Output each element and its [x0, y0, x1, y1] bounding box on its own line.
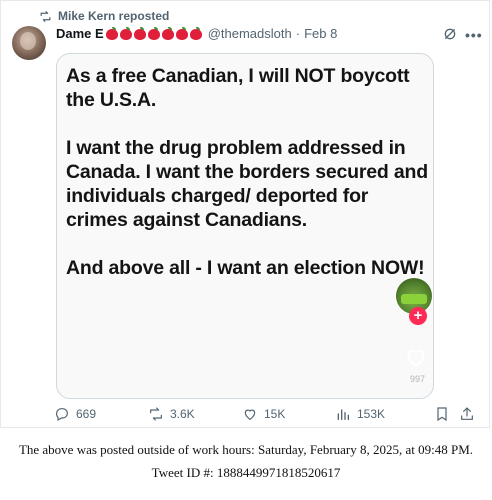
apple-emoji-icon	[119, 27, 132, 40]
author-handle[interactable]: @themadsloth	[208, 26, 292, 41]
apple-emoji-icon	[189, 27, 202, 40]
repost-indicator: Mike Kern reposted	[39, 9, 169, 23]
overlay-heart-icon	[407, 349, 425, 367]
tweet-header: Dame E @themadsloth · Feb 8	[56, 26, 337, 41]
apple-emoji-icon	[161, 27, 174, 40]
name-emoji-apples	[105, 27, 202, 40]
repost-count: 3.6K	[170, 407, 195, 421]
like-button[interactable]: 15K	[242, 406, 285, 422]
bookmark-icon	[437, 407, 447, 422]
repost-icon	[150, 407, 162, 421]
apple-emoji-icon	[105, 27, 118, 40]
repost-button[interactable]: 3.6K	[148, 406, 195, 422]
action-bar: 669 3.6K 15K 153K	[54, 406, 484, 426]
post-media-image[interactable]: As a free Canadian, I will NOT boycott t…	[56, 53, 434, 399]
posted-hours-note: The above was posted outside of work hou…	[18, 442, 474, 457]
heart-icon	[244, 409, 256, 421]
like-count: 15K	[264, 407, 286, 421]
view-count: 153K	[357, 407, 386, 421]
apple-emoji-icon	[147, 27, 160, 40]
repost-label[interactable]: Mike Kern reposted	[58, 9, 169, 23]
views-icon	[337, 409, 349, 420]
archive-footer: The above was posted outside of work hou…	[0, 438, 492, 484]
views-button[interactable]: 153K	[335, 406, 385, 422]
tweet-id-line: Tweet ID #: 1888449971818520617	[151, 465, 341, 480]
apple-emoji-icon	[133, 27, 146, 40]
more-options-icon[interactable]: •••	[465, 27, 483, 43]
grok-icon[interactable]	[442, 26, 458, 42]
repost-icon	[40, 10, 51, 22]
avatar[interactable]	[12, 26, 46, 60]
tweet-card[interactable]: Mike Kern reposted Dame E @themadsloth ·…	[0, 0, 490, 428]
plus-badge-icon: +	[409, 307, 427, 325]
bookmark-button[interactable]	[434, 406, 450, 422]
reply-icon	[56, 408, 68, 422]
post-image-text: As a free Canadian, I will NOT boycott t…	[66, 65, 428, 279]
post-date[interactable]: Feb 8	[304, 26, 337, 41]
reply-button[interactable]: 669	[54, 406, 96, 422]
apple-emoji-icon	[175, 27, 188, 40]
share-icon	[461, 407, 473, 420]
reply-count: 669	[76, 407, 97, 421]
separator-dot: ·	[295, 26, 301, 41]
overlay-like-count: 997	[409, 374, 425, 384]
share-button[interactable]	[459, 406, 475, 422]
display-name[interactable]: Dame E	[56, 26, 104, 41]
